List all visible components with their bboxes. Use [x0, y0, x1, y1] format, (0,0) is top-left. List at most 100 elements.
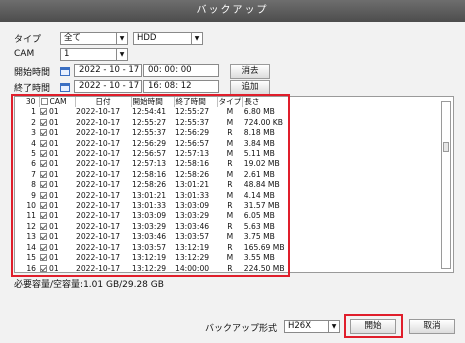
format-select[interactable]: H26X ▼	[284, 320, 340, 333]
row-checkbox[interactable]	[40, 129, 47, 137]
row-checkbox[interactable]	[40, 202, 47, 210]
cam-header[interactable]: CAM	[39, 97, 76, 108]
row-checkbox[interactable]	[40, 170, 47, 178]
row-checkbox[interactable]	[40, 160, 47, 168]
length-header: 長さ	[244, 97, 260, 106]
start-date-field[interactable]: 2022 - 10 - 17	[74, 64, 142, 77]
row-type: M	[226, 107, 234, 117]
row-end-time: 12:58:26	[175, 169, 210, 179]
chevron-down-icon: ▼	[191, 33, 202, 44]
cam-select[interactable]: 1 ▼	[60, 48, 128, 61]
row-date: 2022-10-17	[76, 149, 121, 159]
row-start-time: 13:03:46	[132, 232, 167, 242]
row-cam: 01	[39, 232, 75, 242]
format-label: バックアップ形式	[205, 323, 278, 334]
table-row[interactable]: 5 01 2022-10-17 12:56:57 12:57:13 M 5.11 MB	[15, 149, 293, 159]
row-cam: 01	[39, 201, 75, 211]
row-checkbox[interactable]	[40, 150, 47, 158]
row-cam: 01	[39, 139, 75, 149]
row-checkbox[interactable]	[40, 264, 47, 272]
row-date: 2022-10-17	[76, 190, 121, 200]
table-row[interactable]: 13 01 2022-10-17 13:03:46 13:03:57 M 3.75 MB	[15, 232, 293, 242]
type-select[interactable]: 全て ▼	[60, 32, 128, 45]
capacity-row: 必要容量/空容量:1.01 GB/29.28 GB	[14, 276, 164, 290]
row-number: 3	[31, 128, 36, 138]
end-date-field[interactable]: 2022 - 10 - 17	[74, 80, 142, 93]
row-checkbox[interactable]	[40, 222, 47, 230]
table-row[interactable]: 7 01 2022-10-17 12:58:16 12:58:26 M 2.61 MB	[15, 170, 293, 180]
row-checkbox[interactable]	[40, 118, 47, 126]
date-header: 日付	[75, 97, 132, 108]
table-row[interactable]: 4 01 2022-10-17 12:56:29 12:56:57 M 3.84 MB	[15, 139, 293, 149]
row-number: 13	[26, 232, 36, 242]
row-date: 2022-10-17	[76, 201, 121, 211]
start-time-field[interactable]: 00: 00: 00	[143, 64, 219, 77]
device-select-value: HDD	[137, 33, 157, 43]
row-cam: 01	[39, 118, 75, 128]
table-row[interactable]: 2 01 2022-10-17 12:55:27 12:55:37 M 724.00 KB	[15, 118, 293, 128]
row-date: 2022-10-17	[76, 221, 121, 231]
row-number: 12	[26, 221, 36, 231]
table-row[interactable]: 3 01 2022-10-17 12:55:37 12:56:29 R 8.18 MB	[15, 128, 293, 138]
table-row[interactable]: 11 01 2022-10-17 13:03:09 13:03:29 M 6.05 MB	[15, 211, 293, 221]
table-row[interactable]: 15 01 2022-10-17 13:12:19 13:12:29 M 3.55 MB	[15, 253, 293, 263]
row-type: M	[226, 117, 234, 127]
select-all-checkbox[interactable]	[40, 98, 48, 105]
device-select[interactable]: HDD ▼	[133, 32, 203, 45]
table-row[interactable]: 9 01 2022-10-17 13:01:21 13:01:33 M 4.14 MB	[15, 191, 293, 201]
row-length: 6.05 MB	[243, 211, 275, 221]
file-list: 30 CAM 日付 開始時間 終了時間 タイプ 長さ 1 01 2022-10-17…	[15, 97, 293, 273]
row-cam-label: 01	[49, 190, 59, 200]
row-checkbox[interactable]	[40, 139, 47, 147]
row-cam-label: 01	[49, 201, 59, 211]
row-checkbox[interactable]	[40, 108, 47, 116]
scrollbar-thumb[interactable]	[443, 142, 449, 152]
row-number: 6	[31, 159, 36, 169]
row-type: R	[227, 221, 233, 231]
row-start-time: 12:55:37	[132, 128, 167, 138]
start-button[interactable]: 開始	[350, 319, 396, 334]
row-checkbox[interactable]	[40, 191, 47, 199]
row-type: R	[227, 180, 233, 190]
row-checkbox[interactable]	[40, 181, 47, 189]
type-label: タイプ	[14, 34, 42, 45]
row-end-time: 12:56:57	[175, 138, 210, 148]
table-row[interactable]: 6 01 2022-10-17 12:57:13 12:58:16 R 19.02 MB	[15, 159, 293, 169]
cancel-button[interactable]: 取消	[409, 319, 455, 334]
row-end-time: 13:03:57	[175, 232, 210, 242]
row-start-time: 12:56:57	[132, 149, 167, 159]
row-type: M	[226, 149, 234, 159]
table-scrollbar[interactable]	[441, 101, 451, 269]
table-row[interactable]: 12 01 2022-10-17 13:03:29 13:03:46 R 5.63 MB	[15, 222, 293, 232]
calendar-icon[interactable]	[60, 83, 70, 92]
cam-label: CAM	[14, 49, 35, 59]
table-row[interactable]: 10 01 2022-10-17 13:01:33 13:03:09 R 31.57 MB	[15, 201, 293, 211]
row-checkbox[interactable]	[40, 243, 47, 251]
add-button[interactable]: 追加	[230, 80, 270, 95]
row-length: 165.69 MB	[243, 242, 285, 252]
row-number: 9	[31, 190, 36, 200]
row-length: 5.11 MB	[243, 149, 275, 159]
table-row[interactable]: 1 01 2022-10-17 12:54:41 12:55:27 M 6.80 MB	[15, 107, 293, 117]
row-end-time: 12:55:27	[175, 107, 210, 117]
table-row[interactable]: 16 01 2022-10-17 13:12:29 14:00:00 R 224.50 MB	[15, 263, 293, 273]
row-length: 224.50 MB	[243, 263, 285, 273]
row-cam: 01	[39, 159, 75, 169]
row-checkbox[interactable]	[40, 212, 47, 220]
end-time-field[interactable]: 16: 08: 12	[143, 80, 219, 93]
row-number: 16	[26, 263, 36, 273]
row-checkbox[interactable]	[40, 233, 47, 241]
table-row[interactable]: 14 01 2022-10-17 13:03:57 13:12:19 R 165.69 MB	[15, 243, 293, 253]
row-length: 3.55 MB	[243, 253, 275, 263]
row-checkbox[interactable]	[40, 254, 47, 262]
row-end-time: 13:03:09	[175, 201, 210, 211]
table-row[interactable]: 8 01 2022-10-17 12:58:26 13:01:21 R 48.84 MB	[15, 180, 293, 190]
row-number: 2	[31, 117, 36, 127]
calendar-icon[interactable]	[60, 67, 70, 76]
chevron-down-icon: ▼	[116, 33, 127, 44]
row-type: M	[226, 253, 234, 263]
row-date: 2022-10-17	[76, 232, 121, 242]
clear-button[interactable]: 消去	[230, 64, 270, 79]
row-start-time: 12:58:16	[132, 169, 167, 179]
row-cam: 01	[39, 264, 75, 272]
